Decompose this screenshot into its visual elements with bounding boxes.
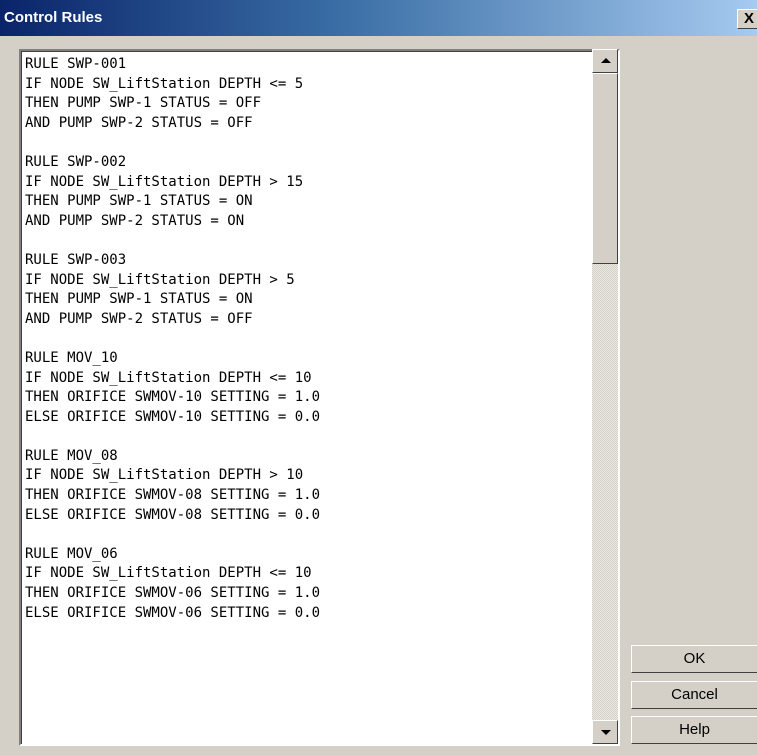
title-bar[interactable]: Control Rules X [0, 0, 757, 36]
cancel-button[interactable]: Cancel [631, 681, 757, 709]
vertical-scrollbar[interactable] [592, 49, 618, 744]
scroll-down-arrow-icon [601, 730, 611, 735]
rules-text-area[interactable]: RULE SWP-001 IF NODE SW_LiftStation DEPT… [19, 49, 620, 746]
close-button[interactable]: X [737, 9, 757, 29]
scroll-down-button[interactable] [592, 720, 618, 744]
window-title: Control Rules [4, 9, 103, 26]
scroll-up-arrow-icon [601, 58, 611, 63]
help-button[interactable]: Help [631, 716, 757, 744]
control-rules-dialog: Control Rules X RULE SWP-001 IF NODE SW_… [0, 0, 757, 755]
close-icon: X [743, 10, 754, 27]
scroll-up-button[interactable] [592, 49, 618, 73]
scrollbar-thumb[interactable] [592, 73, 618, 264]
rules-text-content[interactable]: RULE SWP-001 IF NODE SW_LiftStation DEPT… [25, 55, 320, 623]
ok-button[interactable]: OK [631, 645, 757, 673]
